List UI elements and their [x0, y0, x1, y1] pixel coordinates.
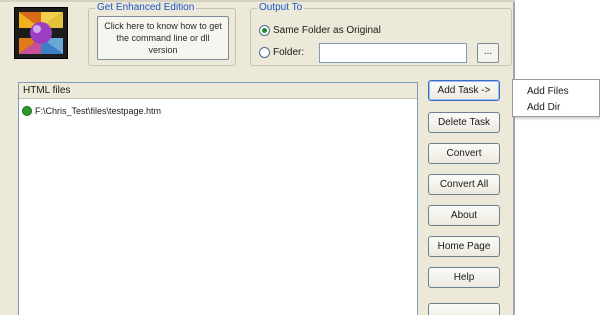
list-header[interactable]: HTML files: [19, 83, 417, 99]
custom-folder-label: Folder:: [273, 47, 305, 58]
status-ok-icon: [22, 106, 32, 116]
output-to-group: Output To Same Folder as Original Folder…: [250, 2, 512, 66]
same-folder-option[interactable]: Same Folder as Original: [259, 25, 381, 36]
add-task-button[interactable]: Add Task ->: [428, 80, 500, 101]
folder-path-input[interactable]: [319, 43, 467, 63]
menu-item-add-files[interactable]: Add Files: [527, 86, 569, 97]
html-files-list[interactable]: HTML files F:\Chris_Test\files\testpage.…: [18, 82, 418, 315]
same-folder-radio[interactable]: [259, 25, 270, 36]
help-button[interactable]: Help: [428, 267, 500, 288]
converter-window: Get Enhanced Edition Click here to know …: [0, 0, 515, 315]
enhanced-edition-title: Get Enhanced Edition: [95, 2, 197, 13]
screen: Get Enhanced Edition Click here to know …: [0, 0, 600, 315]
add-task-menu: Add Files Add Dir: [512, 79, 600, 117]
list-item[interactable]: F:\Chris_Test\files\testpage.htm: [19, 103, 417, 119]
enhanced-edition-group: Get Enhanced Edition Click here to know …: [88, 2, 236, 66]
convert-button[interactable]: Convert: [428, 143, 500, 164]
custom-folder-radio[interactable]: [259, 47, 270, 58]
enhanced-info-button[interactable]: Click here to know how to get the comman…: [97, 16, 229, 60]
custom-folder-option[interactable]: Folder:: [259, 47, 304, 58]
menu-item-add-dir[interactable]: Add Dir: [527, 102, 560, 113]
browse-folder-button[interactable]: ...: [477, 43, 499, 63]
output-to-title: Output To: [257, 2, 305, 13]
delete-task-button[interactable]: Delete Task: [428, 112, 500, 133]
same-folder-label: Same Folder as Original: [273, 25, 381, 36]
extra-button[interactable]: [428, 303, 500, 315]
app-logo-icon: [14, 7, 68, 59]
file-path: F:\Chris_Test\files\testpage.htm: [35, 106, 162, 116]
home-page-button[interactable]: Home Page: [428, 236, 500, 257]
about-button[interactable]: About: [428, 205, 500, 226]
convert-all-button[interactable]: Convert All: [428, 174, 500, 195]
